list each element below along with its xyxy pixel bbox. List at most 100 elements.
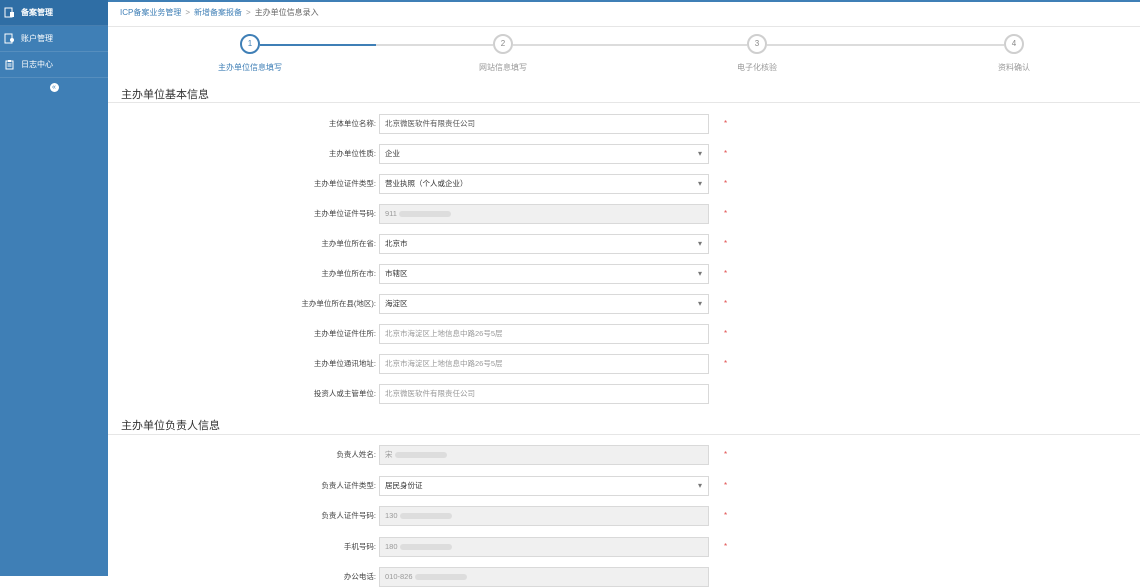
step-connector (513, 44, 747, 46)
field-label: 负责人姓名: (336, 450, 376, 459)
field-value: 010-826 (385, 572, 413, 581)
divider (108, 434, 1140, 435)
field-label: 主办单位所在市: (321, 269, 376, 278)
step-1-label: 主办单位信息填写 (218, 63, 282, 72)
field-value: 北京微医软件有限责任公司 (385, 119, 475, 128)
breadcrumb-item[interactable]: ICP备案业务管理 (120, 7, 181, 18)
step-3-label: 电子化核验 (737, 63, 777, 72)
divider (108, 102, 1140, 103)
required-mark: * (724, 480, 728, 490)
required-mark: * (724, 209, 728, 218)
required-mark: * (724, 359, 728, 368)
field-value: 911 (385, 209, 397, 218)
sidebar-item-label: 备案管理 (21, 8, 53, 17)
breadcrumb: ICP备案业务管理 > 新增备案报备 > 主办单位信息录入 (120, 7, 319, 18)
field-value: 北京微医软件有限责任公司 (385, 389, 475, 398)
required-mark: * (724, 269, 728, 278)
sidebar-collapse: « (0, 78, 108, 96)
text-input[interactable]: 911 (379, 204, 709, 224)
collapse-icon[interactable]: « (49, 82, 59, 92)
sidebar-item-label: 账户管理 (21, 34, 53, 43)
select-field[interactable]: 居民身份证 (379, 475, 709, 496)
text-input[interactable]: 130 (379, 506, 709, 526)
field-value: 企业 (385, 149, 400, 158)
text-input[interactable]: 010-826 (379, 567, 709, 587)
step-2-circle: 2 (493, 34, 513, 54)
form-row: 主体单位名称: 北京微医软件有限责任公司 * (108, 114, 1140, 134)
sidebar-item-filing[interactable]: 备案管理 (0, 0, 108, 26)
required-mark: * (724, 541, 728, 551)
field-value: 海淀区 (385, 299, 408, 308)
required-mark: * (724, 119, 728, 128)
field-label: 主办单位证件号码: (313, 209, 376, 218)
breadcrumb-current: 主办单位信息录入 (254, 8, 319, 17)
field-label: 主体单位名称: (328, 119, 376, 128)
select-field[interactable]: 北京市 (379, 234, 709, 254)
select-field[interactable]: 市辖区 (379, 264, 709, 284)
form-row: 主办单位通讯地址: 北京市海淀区上地信息中路26号5层 * (108, 354, 1140, 374)
sidebar-item-log[interactable]: 日志中心 (0, 52, 108, 78)
form-row: 主办单位所在市: 市辖区 * (108, 264, 1140, 284)
field-label: 负责人证件号码: (321, 511, 376, 520)
field-label: 主办单位所在县(地区): (301, 299, 376, 308)
select-field[interactable]: 营业执照（个人或企业） (379, 174, 709, 194)
form-row: 主办单位所在县(地区): 海淀区 * (108, 294, 1140, 314)
form-row: 主办单位所在省: 北京市 * (108, 234, 1140, 254)
step-3-circle: 3 (747, 34, 767, 54)
text-input[interactable]: 北京微医软件有限责任公司 (379, 114, 709, 134)
text-input[interactable]: 宋 (379, 445, 709, 465)
required-mark: * (724, 329, 728, 338)
field-value: 北京市 (385, 239, 408, 248)
top-accent-bar (108, 0, 1140, 2)
step-connector (260, 44, 376, 46)
step-connector (767, 44, 1004, 46)
field-value: 130 (385, 511, 398, 520)
text-input[interactable]: 北京市海淀区上地信息中路26号5层 (379, 354, 709, 374)
breadcrumb-item[interactable]: 新增备案报备 (194, 7, 242, 18)
required-mark: * (724, 179, 728, 188)
form-row: 主办单位性质: 企业 * (108, 144, 1140, 164)
field-label: 主办单位性质: (328, 149, 376, 158)
field-value: 北京市海淀区上地信息中路26号5层 (385, 359, 503, 368)
form-row: 主办单位证件住所: 北京市海淀区上地信息中路26号5层 * (108, 324, 1140, 344)
form-row: 负责人证件号码: 130 * (108, 506, 1140, 526)
sidebar-item-account[interactable]: 账户管理 (0, 26, 108, 52)
field-label: 投资人或主管单位: (313, 389, 376, 398)
field-value: 营业执照（个人或企业） (385, 179, 468, 188)
form-row: 负责人证件类型: 居民身份证 * (108, 475, 1140, 496)
text-input[interactable]: 180 (379, 536, 709, 557)
log-icon (3, 59, 15, 71)
select-field[interactable]: 企业 (379, 144, 709, 164)
required-mark: * (724, 149, 728, 158)
field-label: 负责人证件类型: (321, 480, 376, 490)
text-input[interactable]: 北京微医软件有限责任公司 (379, 384, 709, 404)
field-value: 市辖区 (385, 269, 408, 278)
breadcrumb-separator: > (185, 8, 191, 17)
text-input[interactable]: 北京市海淀区上地信息中路26号5层 (379, 324, 709, 344)
main-content: ICP备案业务管理 > 新增备案报备 > 主办单位信息录入 1 2 3 4 主办… (108, 0, 1140, 587)
required-mark: * (724, 299, 728, 308)
required-mark: * (724, 450, 728, 459)
step-1-circle: 1 (240, 34, 260, 54)
step-connector (376, 44, 493, 46)
redacted-mask (398, 211, 451, 218)
section-title-principal: 主办单位负责人信息 (121, 420, 220, 432)
select-field[interactable]: 海淀区 (379, 294, 709, 314)
section-title-basic: 主办单位基本信息 (121, 89, 209, 101)
step-4-label: 资料确认 (998, 63, 1030, 72)
form-row: 手机号码: 180 * (108, 536, 1140, 557)
field-label: 手机号码: (343, 541, 376, 551)
field-label: 主办单位证件住所: (313, 329, 376, 338)
sidebar: 备案管理 账户管理 日志中心 « (0, 0, 108, 576)
form-row: 投资人或主管单位: 北京微医软件有限责任公司 (108, 384, 1140, 404)
required-mark: * (724, 511, 728, 520)
redacted-mask (399, 513, 452, 520)
redacted-mask (414, 574, 467, 581)
redacted-mask (399, 543, 452, 550)
field-label: 主办单位所在省: (321, 239, 376, 248)
breadcrumb-separator: > (246, 8, 251, 17)
field-value: 宋 (385, 450, 393, 459)
form-row: 主办单位证件类型: 营业执照（个人或企业） * (108, 174, 1140, 194)
form-row: 负责人姓名: 宋 * (108, 445, 1140, 465)
filing-icon (3, 7, 15, 19)
